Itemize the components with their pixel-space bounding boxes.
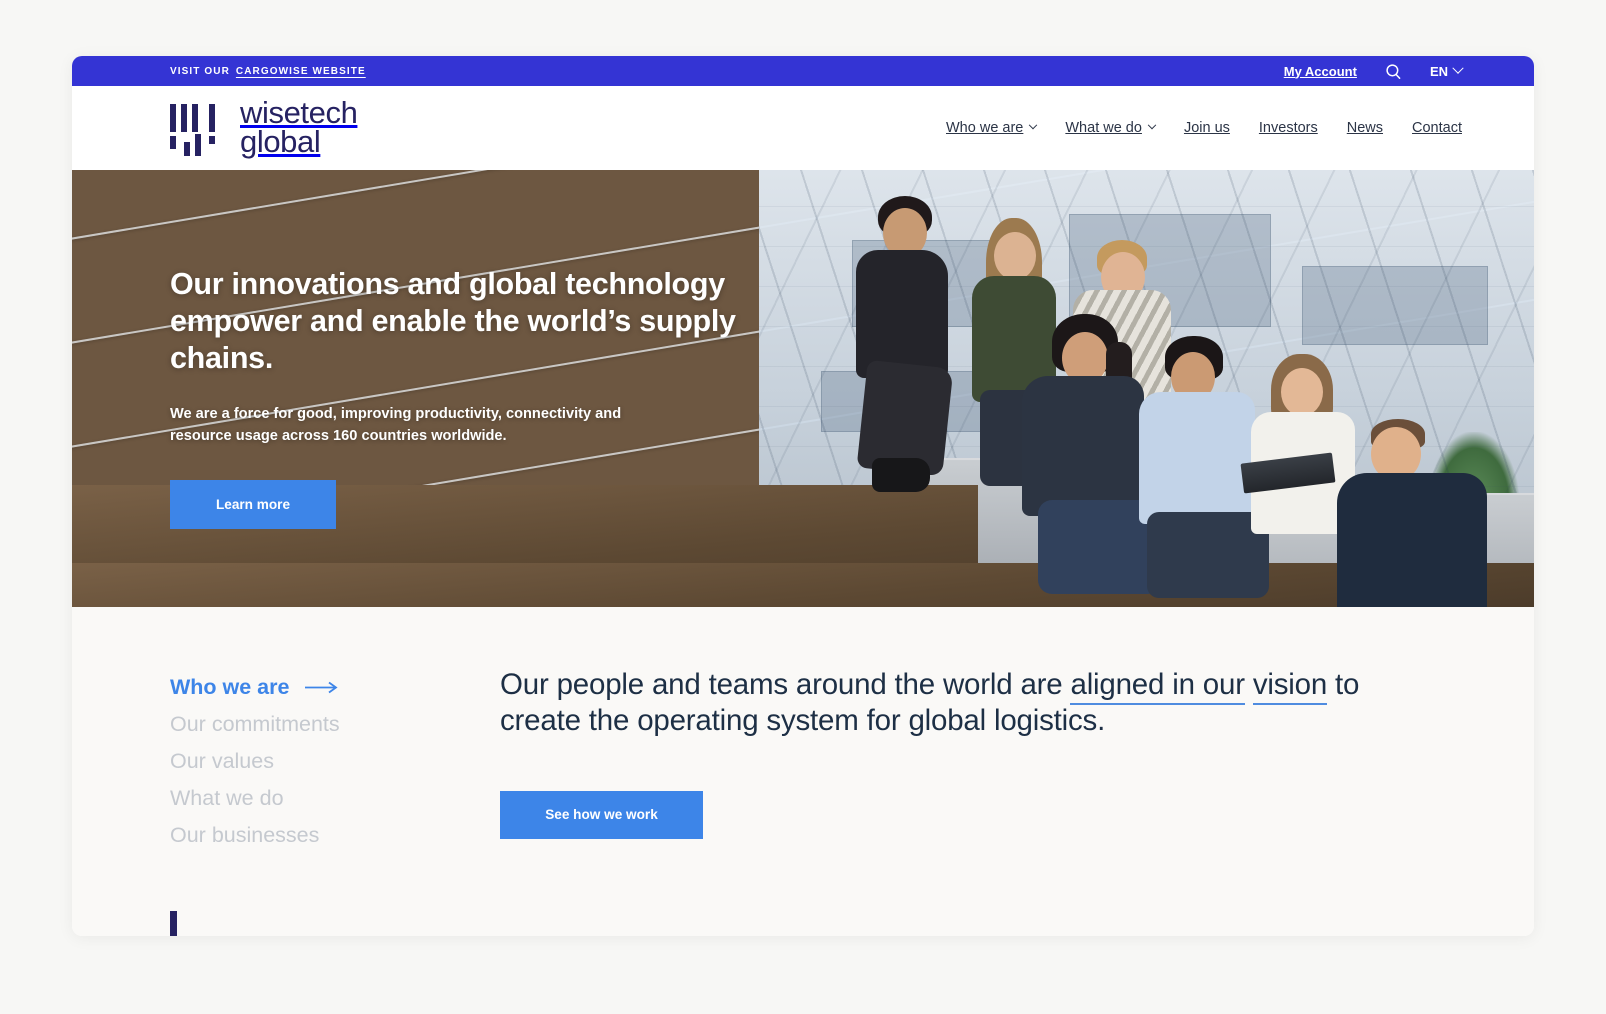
sidebar-item-our-businesses[interactable]: Our businesses xyxy=(170,817,500,854)
main-navigation: Who we are What we do Join us Investors … xyxy=(946,120,1462,136)
sidebar-item-our-values[interactable]: Our values xyxy=(170,743,500,780)
masthead: wisetech global Who we are What we do Jo… xyxy=(72,86,1534,170)
nav-label: News xyxy=(1346,120,1384,136)
sidebar-item-what-we-do[interactable]: What we do xyxy=(170,780,500,817)
chevron-down-icon xyxy=(1029,120,1038,130)
sidebar-item-label: Our values xyxy=(170,748,274,773)
nav-label: Join us xyxy=(1183,120,1230,136)
cargowise-website-link[interactable]: CARGOWISE WEBSITE xyxy=(236,66,366,77)
person-navy-shirt-right xyxy=(1336,419,1507,607)
hero-subtitle: We are a force for good, improving produ… xyxy=(170,405,622,444)
utility-actions: My Account EN xyxy=(1284,62,1464,80)
sidebar-item-label: What we do xyxy=(170,785,284,810)
wisetech-logo-mark-icon xyxy=(170,102,226,156)
sidebar-item-label: Our businesses xyxy=(170,822,320,847)
nav-label: Investors xyxy=(1258,120,1318,136)
visit-cargowise-group: VISIT OUR CARGOWISE WEBSITE xyxy=(170,66,366,77)
nav-item-join-us[interactable]: Join us xyxy=(1184,120,1230,136)
sidebar-item-label: Who we are xyxy=(170,675,290,699)
hero-headline: Our innovations and global technology em… xyxy=(170,267,736,375)
nav-label: What we do xyxy=(1065,120,1142,136)
search-icon[interactable] xyxy=(1385,63,1402,80)
my-account-link[interactable]: My Account xyxy=(1284,64,1357,79)
hero-content: Our innovations and global technology em… xyxy=(170,266,750,530)
lower-section: Who we are Our commitments Our values Wh… xyxy=(72,607,1534,936)
language-selector[interactable]: EN xyxy=(1429,62,1464,79)
lead-text-part1: Our people and teams around the world ar… xyxy=(500,668,1071,701)
utility-bar: VISIT OUR CARGOWISE WEBSITE My Account E… xyxy=(72,56,1534,86)
browser-page: VISIT OUR CARGOWISE WEBSITE My Account E… xyxy=(72,56,1534,936)
nav-item-contact[interactable]: Contact xyxy=(1412,120,1462,136)
hero-banner: Our innovations and global technology em… xyxy=(72,170,1534,607)
learn-more-button[interactable]: Learn more xyxy=(170,480,336,530)
see-how-we-work-button[interactable]: See how we work xyxy=(500,790,703,839)
lower-main-content: Our people and teams around the world ar… xyxy=(500,665,1462,936)
visit-our-label: VISIT OUR xyxy=(170,65,230,77)
nav-label: Who we are xyxy=(946,120,1024,136)
sidebar-item-our-commitments[interactable]: Our commitments xyxy=(170,706,500,743)
nav-label: Contact xyxy=(1412,120,1462,136)
language-label: EN xyxy=(1429,63,1448,79)
footer-logo-mark-icon xyxy=(170,911,177,936)
lead-highlight-aligned[interactable]: aligned in our xyxy=(1070,668,1245,705)
lead-highlight-vision[interactable]: vision xyxy=(1252,668,1327,705)
sidebar-item-who-we-are[interactable]: Who we are xyxy=(170,669,500,706)
chevron-down-icon xyxy=(1147,120,1157,130)
wisetech-global-logo[interactable]: wisetech global xyxy=(170,97,358,159)
sidebar-item-label: Our commitments xyxy=(170,711,340,736)
logo-word-line2: global xyxy=(240,124,321,159)
nav-item-what-we-do[interactable]: What we do xyxy=(1065,120,1157,136)
chevron-down-icon xyxy=(1452,62,1464,74)
section-side-navigation: Who we are Our commitments Our values Wh… xyxy=(170,665,500,936)
section-lead-statement: Our people and teams around the world ar… xyxy=(500,667,1405,740)
nav-item-news[interactable]: News xyxy=(1347,120,1383,136)
arrow-right-icon xyxy=(305,681,339,694)
nav-item-investors[interactable]: Investors xyxy=(1259,120,1318,136)
nav-item-who-we-are[interactable]: Who we are xyxy=(946,120,1038,136)
logo-wordmark: wisetech global xyxy=(240,97,358,159)
